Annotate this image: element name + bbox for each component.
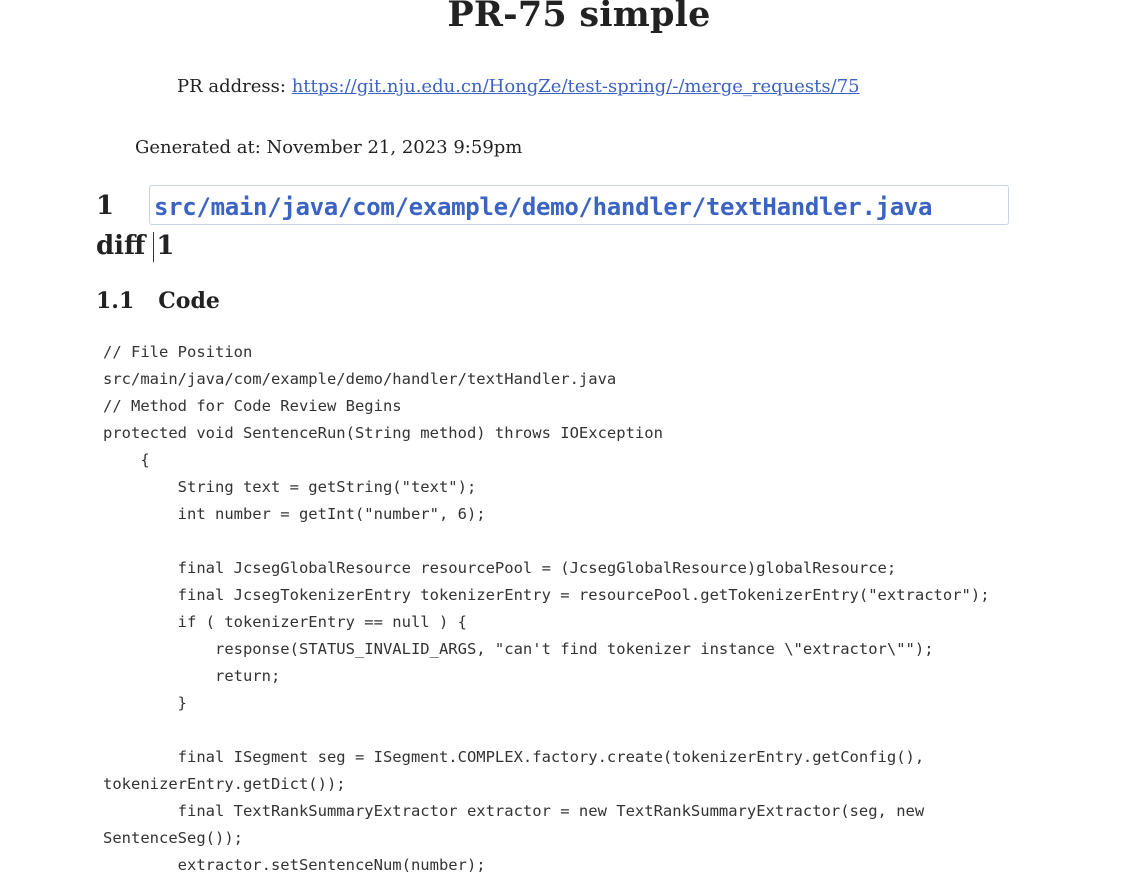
code-line: return; — [103, 667, 281, 685]
code-line: protected void SentenceRun(String method… — [103, 424, 663, 442]
code-line: String text = getString("text"); — [103, 478, 477, 496]
code-line: final ISegment seg = ISegment.COMPLEX.fa… — [103, 748, 925, 766]
code-line: SentenceSeg()); — [103, 829, 243, 847]
code-line: src/main/java/com/example/demo/handler/t… — [103, 370, 617, 388]
diff-heading: diff 1 — [96, 231, 175, 262]
code-block: // File Position src/main/java/com/exampl… — [103, 339, 990, 879]
generated-at: Generated at: November 21, 2023 9:59pm — [135, 137, 523, 158]
pr-address-line: PR address: https://git.nju.edu.cn/HongZ… — [177, 76, 860, 97]
pr-address-link[interactable]: https://git.nju.edu.cn/HongZe/test-sprin… — [292, 76, 860, 97]
code-line: tokenizerEntry.getDict()); — [103, 775, 346, 793]
code-line: if ( tokenizerEntry == null ) { — [103, 613, 467, 631]
code-line: final JcsegGlobalResource resourcePool =… — [103, 559, 897, 577]
code-line: } — [103, 694, 187, 712]
subsection-heading: 1.1 Code — [96, 288, 220, 314]
text-cursor — [153, 232, 155, 262]
pr-address-label: PR address: — [177, 76, 292, 97]
section-number: 1 — [96, 191, 115, 221]
code-line: extractor.setSentenceNum(number); — [103, 856, 486, 874]
code-line: final TextRankSummaryExtractor extractor… — [103, 802, 925, 820]
section-file-link[interactable]: src/main/java/com/example/demo/handler/t… — [154, 193, 933, 221]
code-line: // Method for Code Review Begins — [103, 397, 402, 415]
code-line: response(STATUS_INVALID_ARGS, "can't fin… — [103, 640, 934, 658]
diff-number: 1 — [156, 231, 175, 261]
code-line: // File Position — [103, 343, 253, 361]
code-line: final JcsegTokenizerEntry tokenizerEntry… — [103, 586, 990, 604]
subsection-title: Code — [158, 288, 220, 314]
code-line: int number = getInt("number", 6); — [103, 505, 486, 523]
subsection-number: 1.1 — [96, 288, 135, 314]
code-line: { — [103, 451, 150, 469]
page-title: PR-75 simple — [447, 0, 711, 35]
diff-label: diff — [96, 231, 146, 261]
